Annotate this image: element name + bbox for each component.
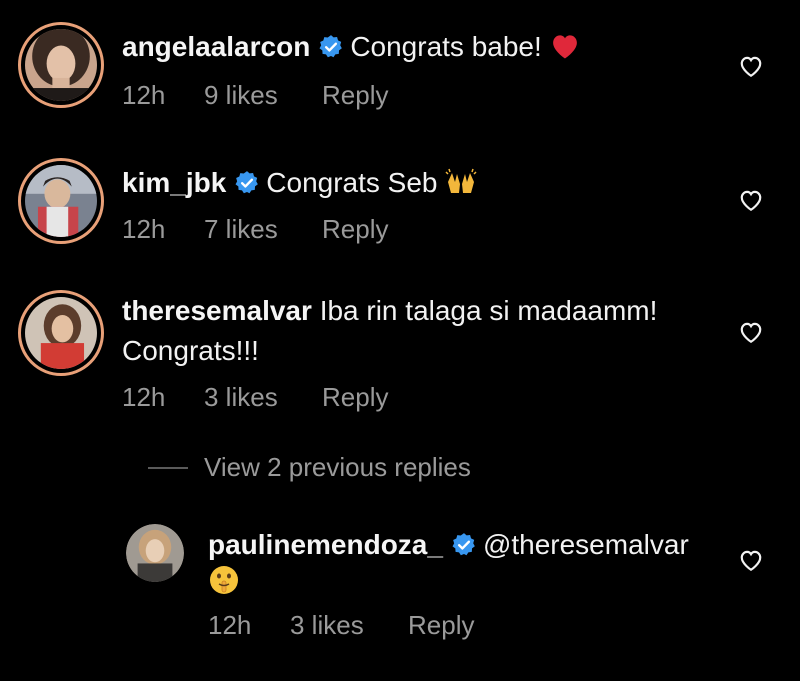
username[interactable]: paulinemendoza_ <box>208 529 443 560</box>
likes-count[interactable]: 3 likes <box>290 610 408 640</box>
verified-badge-icon <box>235 171 259 194</box>
timestamp: 12h <box>122 214 166 244</box>
verified-badge-icon <box>452 533 475 556</box>
avatar[interactable] <box>18 158 104 244</box>
timestamp: 12h <box>208 610 252 640</box>
comment-meta: 12h 3 likes Reply <box>122 382 388 412</box>
like-heart-icon[interactable] <box>738 548 764 572</box>
verified-badge-icon <box>319 35 343 58</box>
comment-body: paulinemendoza_ @theresemalvar <box>208 526 689 564</box>
comment-text-line1: Iba rin talaga si madaamm! <box>319 295 658 326</box>
avatar[interactable] <box>18 290 104 376</box>
comment-item: angelaalarcon Congrats babe! 12h 9 likes Re… <box>0 0 800 130</box>
avatar[interactable] <box>18 22 104 108</box>
view-replies-label: View 2 previous replies <box>204 452 471 482</box>
timestamp: 12h <box>122 382 166 412</box>
avatar-image <box>25 165 97 237</box>
reply-button[interactable]: Reply <box>322 382 388 412</box>
comment-body-line2: Congrats!!! <box>122 332 259 370</box>
username[interactable]: angelaalarcon <box>122 31 310 62</box>
reply-button[interactable]: Reply <box>322 214 388 244</box>
comment-body: angelaalarcon Congrats babe! <box>122 28 580 66</box>
comment-item: theresemalvar Iba rin talaga si madaamm!… <box>0 280 800 430</box>
comment-meta: 12h 9 likes Reply <box>122 80 388 110</box>
username[interactable]: kim_jbk <box>122 167 226 198</box>
comment-text-line2: Congrats!!! <box>122 335 259 366</box>
divider-line <box>148 467 188 469</box>
avatar-image <box>25 297 97 369</box>
username[interactable]: theresemalvar <box>122 295 312 326</box>
reply-comment-item: paulinemendoza_ @theresemalvar 12h 3 likes… <box>0 510 800 670</box>
timestamp: 12h <box>122 80 166 110</box>
comment-meta: 12h 7 likes Reply <box>122 214 388 244</box>
like-heart-icon[interactable] <box>738 188 764 212</box>
comment-text: Congrats babe! <box>350 31 542 62</box>
avatar[interactable] <box>126 524 184 582</box>
like-heart-icon[interactable] <box>738 54 764 78</box>
comment-emoji-line <box>208 564 240 602</box>
likes-count[interactable]: 9 likes <box>204 80 322 110</box>
likes-count[interactable]: 3 likes <box>204 382 322 412</box>
mention-link[interactable]: @theresemalvar <box>483 529 689 560</box>
avatar-image <box>25 29 97 101</box>
raising-hands-icon <box>445 168 477 193</box>
comment-body: kim_jbk Congrats Seb <box>122 164 477 202</box>
comment-item: kim_jbk Congrats Seb 12h 7 likes Reply <box>0 150 800 260</box>
shushing-face-icon <box>210 566 238 594</box>
comment-body: theresemalvar Iba rin talaga si madaamm! <box>122 292 657 330</box>
red-heart-icon <box>552 35 577 59</box>
reply-button[interactable]: Reply <box>322 80 388 110</box>
like-heart-icon[interactable] <box>738 320 764 344</box>
comment-text: Congrats Seb <box>266 167 438 198</box>
likes-count[interactable]: 7 likes <box>204 214 322 244</box>
avatar-image <box>126 524 184 582</box>
comment-meta: 12h 3 likes Reply <box>208 610 474 640</box>
reply-button[interactable]: Reply <box>408 610 474 640</box>
